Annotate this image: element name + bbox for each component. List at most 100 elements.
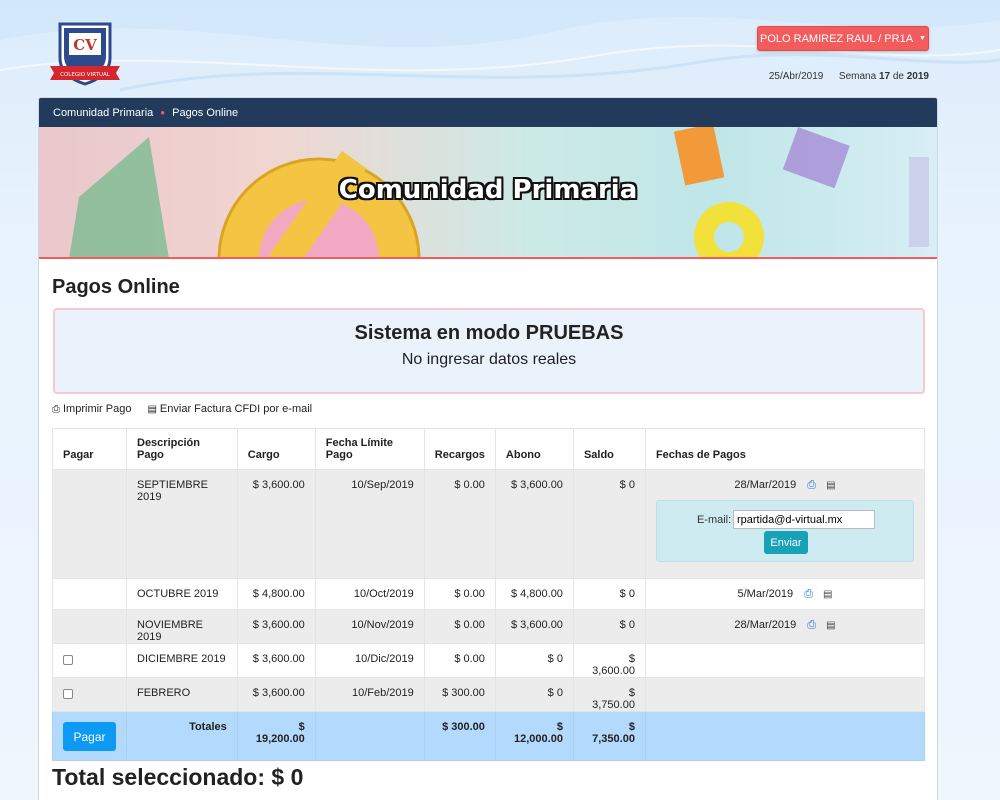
pay-cell: Pagar (52, 711, 127, 761)
email-label: E-mail: (696, 514, 732, 526)
breadcrumb-item-comunidad[interactable]: Comunidad Primaria (53, 107, 153, 119)
total-recargos: $ 300.00 (423, 711, 496, 761)
pay-cell (52, 578, 127, 610)
print-icon[interactable]: ⎙ (807, 619, 816, 631)
send-email-button[interactable]: Enviar (763, 531, 808, 554)
email-field[interactable] (732, 510, 875, 529)
payment-dates-cell (644, 677, 926, 712)
send-invoice-link[interactable]: ▤ Enviar Factura CFDI por e-mail (147, 403, 312, 415)
column-header: Pagar (52, 428, 127, 470)
saldo-cell: $ 0 (572, 609, 646, 644)
pay-cell (52, 469, 127, 579)
week-label: Semana (838, 71, 877, 82)
fecha-cell: 10/Feb/2019 (314, 677, 425, 712)
total-saldo: 7,350.00 (592, 733, 635, 745)
total-cargo-cell: $ 19,200.00 (236, 711, 316, 761)
desc-cell: NOVIEMBRE 2019 (126, 609, 238, 644)
column-header: Fecha Límite Pago (314, 428, 425, 470)
document-icon[interactable]: ▤ (826, 480, 835, 491)
table-row: SEPTIEMBRE 2019 $ 3,600.00 10/Sep/2019 $… (52, 469, 926, 579)
recargos-cell: $ 0.00 (423, 643, 496, 678)
column-header: Abono (494, 428, 574, 470)
banner-title: Comunidad Primaria (338, 175, 638, 205)
send-invoice-label: Enviar Factura CFDI por e-mail (159, 403, 313, 415)
alert-title: Sistema en modo PRUEBAS (354, 322, 624, 344)
svg-text:COLEGIO VIRTUAL: COLEGIO VIRTUAL (60, 72, 111, 78)
print-payment-link[interactable]: ⎙ Imprimir Pago (52, 403, 131, 415)
fecha-cell: 10/Nov/2019 (314, 609, 425, 644)
recargos-cell: $ 0.00 (423, 469, 496, 579)
breadcrumb-separator-icon: ● (160, 108, 166, 117)
desc-cell: DICIEMBRE 2019 (126, 643, 238, 678)
abono-cell: $ 0 (494, 677, 574, 712)
column-header: Fechas de Pagos (644, 428, 926, 470)
pay-cell (52, 643, 127, 678)
caret-down-icon: ▼ (919, 35, 926, 42)
total-selected: Total seleccionado: $ 0 (52, 764, 304, 790)
total-abono-cell: $ 12,000.00 (494, 711, 574, 761)
desc-cell: SEPTIEMBRE 2019 (126, 469, 238, 579)
payment-dates-cell: 28/Mar/2019 ⎙ ▤ (644, 609, 926, 644)
fecha-cell: 10/Dic/2019 (314, 643, 425, 678)
test-mode-alert: Sistema en modo PRUEBAS No ingresar dato… (53, 308, 925, 394)
desc-cell: OCTUBRE 2019 (126, 578, 238, 610)
column-header: Saldo (572, 428, 646, 470)
total-fechas-cell (644, 711, 926, 761)
pay-button[interactable]: Pagar (63, 722, 116, 751)
abono-cell: $ 3,600.00 (494, 469, 574, 579)
cargo-cell: $ 4,800.00 (236, 578, 316, 610)
saldo-cell: $ 0 (572, 469, 646, 579)
pay-cell (52, 677, 127, 712)
abono-cell: $ 4,800.00 (494, 578, 574, 610)
week-of: de (892, 71, 904, 82)
payment-date: 28/Mar/2019 (734, 479, 797, 491)
cargo-cell: $ 3,600.00 (236, 609, 316, 644)
print-icon: ⎙ (52, 404, 60, 415)
saldo-cell: $ 3,600.00 (572, 643, 646, 678)
recargos-cell: $ 0.00 (423, 609, 496, 644)
total-fecha-cell (314, 711, 425, 761)
total-cargo: 19,200.00 (255, 733, 305, 745)
table-row: OCTUBRE 2019 $ 4,800.00 10/Oct/2019 $ 0.… (52, 578, 926, 610)
pay-cell (52, 609, 127, 644)
recargos-cell: $ 300.00 (423, 677, 496, 712)
column-header: Recargos (423, 428, 496, 470)
document-icon[interactable]: ▤ (826, 620, 835, 631)
print-icon[interactable]: ⎙ (804, 588, 813, 600)
alert-subtitle: No ingresar datos reales (401, 351, 577, 368)
column-header: Cargo (236, 428, 316, 470)
total-abono: 12,000.00 (514, 733, 563, 745)
main-panel: Comunidad Primaria ● Pagos Online Comuni… (38, 97, 938, 800)
payments-table: Pagar Descripción Pago Cargo Fecha Límit… (52, 428, 926, 761)
community-banner: Comunidad Primaria (39, 127, 937, 259)
user-menu-button[interactable]: POLO RAMIREZ RAUL / PR1A ▼ (757, 26, 929, 51)
email-invoice-form: E-mail: Enviar (655, 500, 914, 562)
totals-row: Pagar Totales $ 19,200.00 $ 300.00 $ 12,… (52, 711, 926, 761)
pay-checkbox[interactable] (63, 689, 73, 699)
saldo-cell: $ 0 (572, 578, 646, 610)
breadcrumb-item-pagos[interactable]: Pagos Online (172, 107, 238, 119)
table-row: DICIEMBRE 2019 $ 3,600.00 10/Dic/2019 $ … (52, 643, 926, 678)
total-cargo-symbol: $ (298, 721, 305, 733)
document-icon[interactable]: ▤ (823, 589, 832, 600)
pay-checkbox[interactable] (63, 655, 73, 665)
payment-dates-cell (644, 643, 926, 678)
document-icon: ▤ (147, 404, 157, 415)
cargo-cell: $ 3,600.00 (236, 643, 316, 678)
week-year: 2019 (906, 71, 929, 82)
abono-cell: $ 3,600.00 (494, 609, 574, 644)
school-logo: CV COLEGIO VIRTUAL (50, 22, 120, 86)
user-name-label: POLO RAMIREZ RAUL / PR1A (760, 32, 914, 45)
abono-cell: $ 0 (494, 643, 574, 678)
date-week-info: 25/Abr/2019 Semana 17 de 2019 (769, 71, 929, 82)
print-icon[interactable]: ⎙ (807, 479, 816, 491)
table-row: NOVIEMBRE 2019 $ 3,600.00 10/Nov/2019 $ … (52, 609, 926, 644)
total-abono-symbol: $ (556, 721, 563, 733)
table-header-row: Pagar Descripción Pago Cargo Fecha Límit… (52, 428, 926, 470)
table-row: FEBRERO $ 3,600.00 10/Feb/2019 $ 300.00 … (52, 677, 926, 712)
cargo-cell: $ 3,600.00 (236, 469, 316, 579)
payment-dates-cell: 28/Mar/2019 ⎙ ▤ E-mail: Enviar (644, 469, 926, 579)
cargo-cell: $ 3,600.00 (236, 677, 316, 712)
payment-actions: ⎙ Imprimir Pago ▤ Enviar Factura CFDI por … (52, 403, 312, 415)
fecha-cell: 10/Sep/2019 (314, 469, 425, 579)
